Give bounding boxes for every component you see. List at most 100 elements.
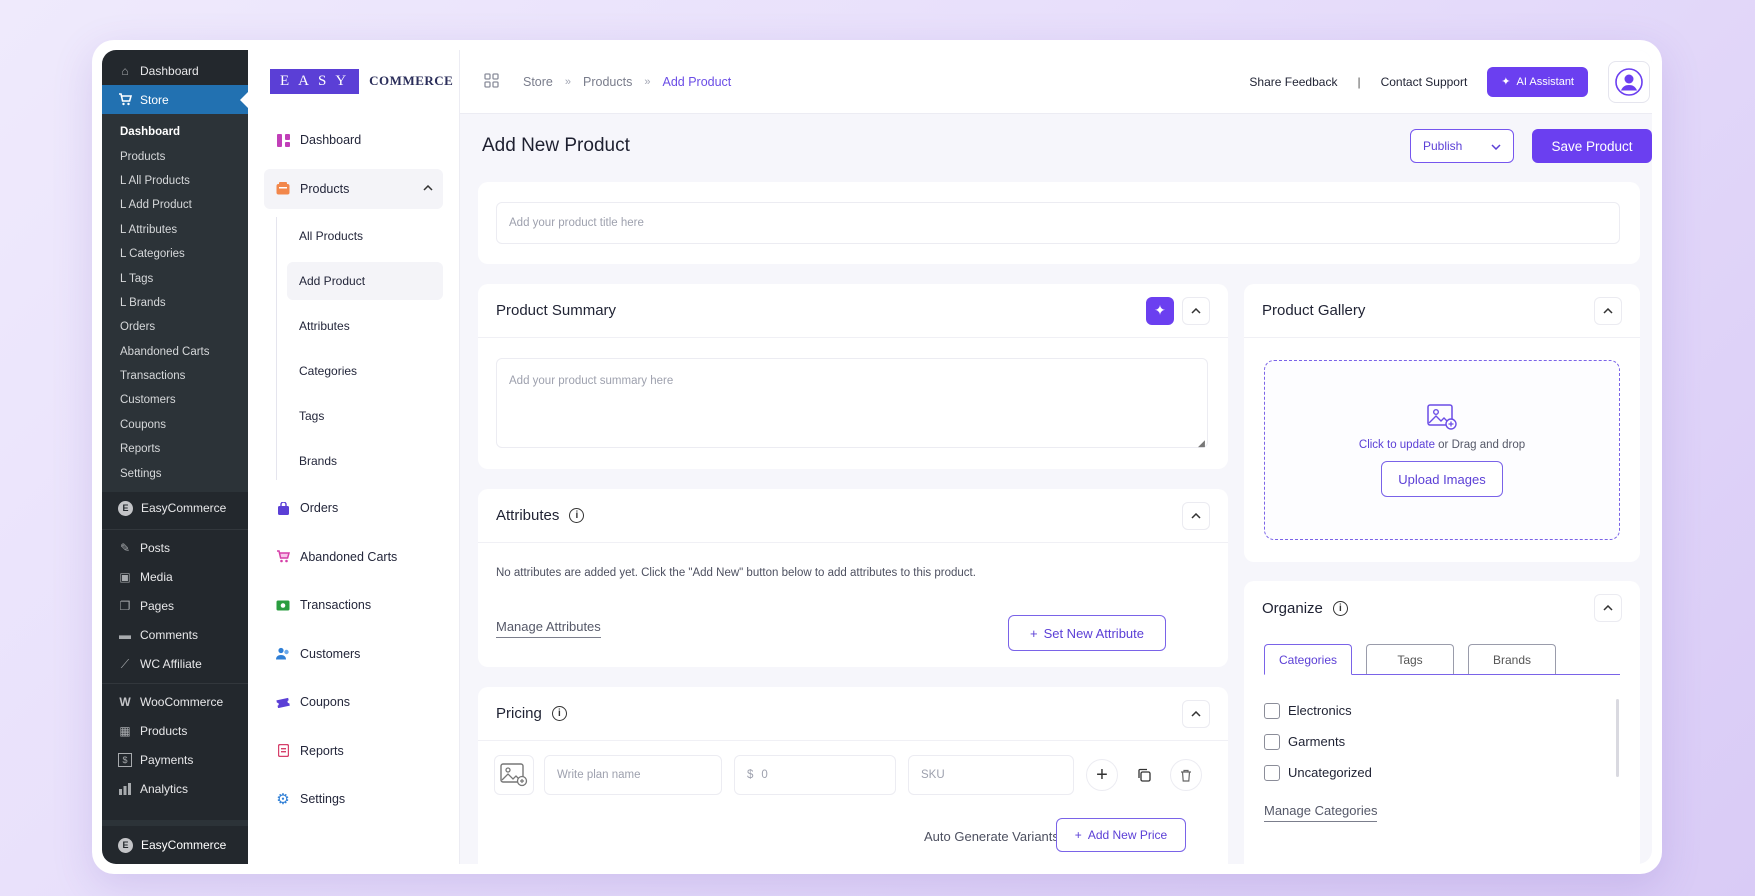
category-scrollbar[interactable]	[1616, 699, 1619, 777]
wp-menu-woocommerce[interactable]: W WooCommerce	[102, 688, 248, 717]
info-icon[interactable]: i	[551, 706, 567, 721]
nav-item-transactions[interactable]: Transactions	[264, 585, 443, 625]
nav-item-abandoned-carts[interactable]: Abandoned Carts	[264, 537, 443, 577]
upload-images-button[interactable]: Upload Images	[1381, 461, 1503, 497]
plan-name-input[interactable]: Write plan name	[544, 755, 722, 795]
sku-input[interactable]: SKU	[908, 755, 1074, 795]
wp-menu-label: Posts	[140, 541, 171, 556]
wp-sub-coupons[interactable]: Coupons	[102, 413, 248, 437]
product-title-input[interactable]: Add your product title here	[496, 202, 1620, 244]
wp-menu-comments[interactable]: ▬ Comments	[102, 621, 248, 650]
add-new-price-button[interactable]: + Add New Price	[1056, 818, 1186, 852]
tab-brands[interactable]: Brands	[1468, 644, 1556, 674]
price-input[interactable]: $ 0	[734, 755, 896, 795]
wp-menu-wc-affiliate[interactable]: ⟋ WC Affiliate	[102, 650, 248, 679]
collapse-summary-button[interactable]	[1182, 296, 1210, 325]
nav-sub-tags[interactable]: Tags	[287, 397, 443, 435]
product-summary-textarea[interactable]: Add your product summary here	[496, 358, 1208, 448]
ai-assistant-button[interactable]: ✦ AI Assistant	[1487, 66, 1588, 97]
info-icon[interactable]: i	[1332, 600, 1348, 616]
nav-sub-brands[interactable]: Brands	[287, 442, 443, 480]
nav-sub-add-product[interactable]: Add Product	[287, 262, 443, 300]
set-new-attribute-button[interactable]: + Set New Attribute	[1008, 615, 1166, 651]
dashboard-icon	[276, 133, 290, 147]
share-feedback-link[interactable]: Share Feedback	[1249, 75, 1337, 89]
auto-generate-variants-link[interactable]: Auto Generate Variants	[924, 829, 1059, 844]
wp-sub-abandoned-carts[interactable]: Abandoned Carts	[102, 340, 248, 364]
wp-sub-customers[interactable]: Customers	[102, 388, 248, 412]
add-row-plus-icon[interactable]: +	[1086, 759, 1118, 791]
wp-menu-easycommerce-bottom[interactable]: E EasyCommerce	[102, 820, 248, 864]
category-item[interactable]: Garments	[1264, 726, 1372, 757]
nav-item-reports[interactable]: Reports	[264, 731, 443, 771]
wp-menu-dashboard[interactable]: ⌂ Dashboard	[102, 56, 248, 85]
nav-sub-categories[interactable]: Categories	[287, 352, 443, 390]
category-label: Electronics	[1288, 703, 1352, 718]
breadcrumb-products[interactable]: Products	[583, 75, 632, 89]
ai-sparkle-icon[interactable]: ✦	[1146, 296, 1174, 325]
category-item[interactable]: Uncategorized	[1264, 757, 1372, 788]
collapse-pricing-button[interactable]	[1182, 699, 1210, 728]
nav-item-products[interactable]: Products	[264, 168, 443, 209]
wp-menu-media[interactable]: ▣ Media	[102, 563, 248, 592]
nav-item-settings[interactable]: ⚙ Settings	[264, 779, 443, 819]
top-actions: Share Feedback | Contact Support ✦ AI As…	[1249, 60, 1652, 103]
duplicate-icon[interactable]	[1128, 759, 1160, 791]
tab-tags[interactable]: Tags	[1366, 644, 1454, 674]
wp-sub-orders[interactable]: Orders	[102, 315, 248, 339]
wp-sub-reports[interactable]: Reports	[102, 437, 248, 461]
category-checkbox[interactable]	[1264, 733, 1280, 750]
nav-item-coupons[interactable]: Coupons	[264, 682, 443, 722]
wp-menu-analytics[interactable]: Analytics	[102, 775, 248, 804]
category-checkbox[interactable]	[1264, 702, 1280, 719]
cart-icon	[276, 550, 290, 564]
trash-icon[interactable]	[1170, 759, 1202, 791]
nav-item-dashboard[interactable]: Dashboard	[264, 120, 443, 160]
resize-handle-icon[interactable]: ◢	[1198, 438, 1205, 449]
tab-categories[interactable]: Categories	[1264, 644, 1352, 676]
category-checkbox[interactable]	[1264, 764, 1280, 781]
save-product-button[interactable]: Save Product	[1532, 129, 1652, 163]
wp-sub-dashboard[interactable]: Dashboard	[102, 120, 248, 144]
wp-sub-tags[interactable]: L Tags	[102, 266, 248, 290]
pricing-header: Pricing i	[478, 687, 1228, 741]
wp-menu-products[interactable]: ▦ Products	[102, 717, 248, 746]
nav-sub-attributes[interactable]: Attributes	[287, 307, 443, 345]
image-dropzone[interactable]: Click to update or Drag and drop Upload …	[1264, 360, 1620, 540]
manage-categories-link[interactable]: Manage Categories	[1264, 803, 1378, 822]
brand-logo[interactable]: EASY COMMERCE	[270, 66, 453, 96]
breadcrumb: Store » Products » Add Product	[484, 72, 731, 91]
nav-item-orders[interactable]: Orders	[264, 488, 443, 528]
wp-sub-brands[interactable]: L Brands	[102, 291, 248, 315]
category-item[interactable]: Electronics	[1264, 695, 1372, 726]
wp-sub-attributes[interactable]: L Attributes	[102, 218, 248, 242]
currency-symbol: $	[747, 769, 754, 781]
wp-sub-transactions[interactable]: Transactions	[102, 364, 248, 388]
wp-sub-categories[interactable]: L Categories	[102, 242, 248, 266]
wp-sub-all-products[interactable]: L All Products	[102, 169, 248, 193]
avatar[interactable]	[1608, 60, 1650, 103]
collapse-attributes-button[interactable]	[1182, 501, 1210, 530]
manage-attributes-link[interactable]: Manage Attributes	[496, 619, 601, 638]
wp-menu-posts[interactable]: ✎ Posts	[102, 534, 248, 563]
wp-sub-settings[interactable]: Settings	[102, 461, 248, 485]
wp-menu-easycommerce[interactable]: E EasyCommerce	[102, 492, 248, 525]
wp-store-submenu: Dashboard Products L All Products L Add …	[102, 114, 248, 492]
price-image-placeholder[interactable]	[494, 755, 534, 795]
contact-support-link[interactable]: Contact Support	[1381, 75, 1468, 89]
wp-menu-payments[interactable]: $ Payments	[102, 746, 248, 775]
collapse-gallery-button[interactable]	[1594, 296, 1622, 325]
wp-sub-products[interactable]: Products	[102, 144, 248, 168]
wp-menu-store[interactable]: Store	[102, 85, 248, 114]
nav-sub-all-products[interactable]: All Products	[287, 217, 443, 255]
nav-item-customers[interactable]: Customers	[264, 634, 443, 674]
collapse-organize-button[interactable]	[1594, 594, 1622, 622]
click-to-update-link[interactable]: Click to update	[1359, 439, 1435, 451]
add-new-price-label: Add New Price	[1087, 828, 1168, 842]
wp-menu-pages[interactable]: ❐ Pages	[102, 592, 248, 621]
publish-dropdown[interactable]: Publish	[1410, 129, 1514, 163]
wp-sub-add-product[interactable]: L Add Product	[102, 193, 248, 217]
info-icon[interactable]: i	[569, 508, 585, 523]
breadcrumb-store[interactable]: Store	[523, 75, 553, 89]
users-icon	[276, 647, 290, 661]
